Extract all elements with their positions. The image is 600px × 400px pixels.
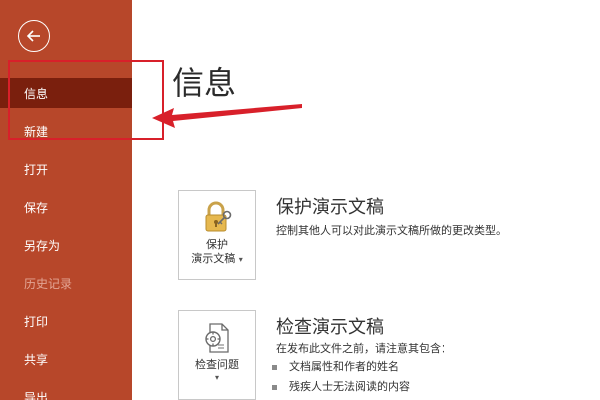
tile-label-text: 演示文稿 bbox=[191, 252, 236, 265]
sidebar-item-label: 另存为 bbox=[24, 238, 61, 253]
sidebar-item-label: 共享 bbox=[24, 352, 49, 367]
annotation-highlight-box bbox=[8, 60, 164, 140]
sidebar-item-label: 历史记录 bbox=[24, 276, 73, 291]
sidebar-item-label: 打印 bbox=[24, 314, 49, 329]
list-item-text: 文档属性和作者的姓名 bbox=[289, 360, 399, 373]
inspect-bullet-list: 文档属性和作者的姓名 残疾人士无法阅读的内容 bbox=[272, 357, 452, 397]
list-item: 残疾人士无法阅读的内容 bbox=[272, 377, 452, 397]
list-item-text: 残疾人士无法阅读的内容 bbox=[289, 380, 410, 393]
sidebar-item-history[interactable]: 历史记录 bbox=[0, 268, 132, 298]
inspect-section-title: 检查演示文稿 bbox=[276, 317, 384, 338]
sidebar-item-label: 保存 bbox=[24, 200, 49, 215]
annotation-arrow-icon bbox=[152, 104, 302, 128]
back-arrow-icon bbox=[26, 30, 40, 42]
check-for-issues-button[interactable]: 检查问题 ▾ bbox=[178, 310, 256, 400]
sidebar-item-save[interactable]: 保存 bbox=[0, 192, 132, 222]
sidebar-item-print[interactable]: 打印 bbox=[0, 306, 132, 336]
sidebar-item-export[interactable]: 导出 bbox=[0, 382, 132, 400]
sidebar-item-label: 打开 bbox=[24, 162, 49, 177]
bullet-square-icon bbox=[272, 364, 277, 370]
powerpoint-backstage: 信息 新建 打开 保存 另存为 历史记录 打印 共享 导出 信息 保护 演示文稿… bbox=[0, 0, 600, 400]
tile-label: 演示文稿 ▾ bbox=[179, 251, 255, 267]
list-item: 文档属性和作者的姓名 bbox=[272, 357, 452, 377]
bullet-square-icon bbox=[272, 384, 277, 390]
tile-label: 检查问题 bbox=[195, 358, 239, 371]
chevron-down-icon: ▾ bbox=[238, 255, 243, 264]
inspect-section-description: 在发布此文件之前，请注意其包含： bbox=[276, 342, 444, 355]
info-pane: 信息 保护 演示文稿 ▾ 保护演示文稿 控制其他人可以对此演示文稿所做的更改类型… bbox=[132, 0, 600, 400]
tile-label: 保护 bbox=[206, 238, 228, 251]
sidebar-item-save-as[interactable]: 另存为 bbox=[0, 230, 132, 260]
lock-key-icon bbox=[205, 201, 232, 232]
sidebar-item-label: 导出 bbox=[24, 390, 49, 400]
protect-presentation-button[interactable]: 保护 演示文稿 ▾ bbox=[178, 190, 256, 280]
sidebar-item-open[interactable]: 打开 bbox=[0, 154, 132, 184]
sidebar-item-share[interactable]: 共享 bbox=[0, 344, 132, 374]
chevron-down-icon: ▾ bbox=[214, 373, 219, 382]
inspect-document-icon bbox=[205, 323, 229, 353]
back-button[interactable] bbox=[18, 20, 50, 52]
protect-section-description: 控制其他人可以对此演示文稿所做的更改类型。 bbox=[276, 224, 507, 237]
protect-section-title: 保护演示文稿 bbox=[276, 197, 384, 218]
